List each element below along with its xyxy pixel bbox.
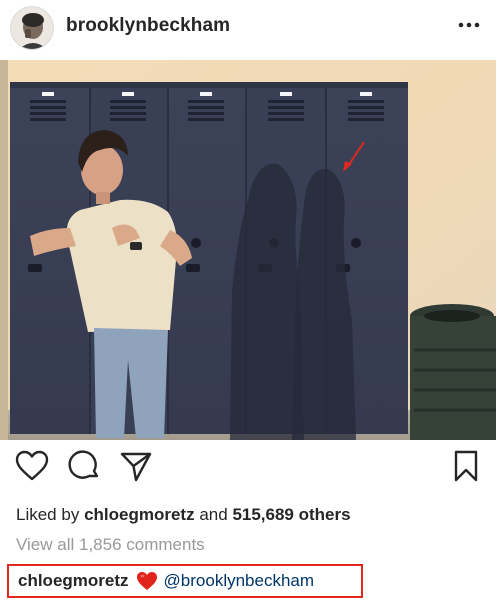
likes-summary[interactable]: Liked by chloegmoretz and 515,689 others <box>16 505 351 525</box>
post-header: brooklynbeckham <box>0 0 496 56</box>
view-all-comments-link[interactable]: View all 1,856 comments <box>16 535 205 555</box>
highlighted-caption: chloegmoretz @brooklynbeckham <box>7 564 363 598</box>
post-username[interactable]: brooklynbeckham <box>66 15 230 37</box>
more-horizontal-icon[interactable] <box>456 12 482 38</box>
likes-connector: and <box>199 505 228 524</box>
avatar[interactable] <box>10 6 54 50</box>
paper-plane-icon[interactable] <box>118 448 154 484</box>
comment-bubble-icon[interactable] <box>66 448 102 484</box>
caption-username[interactable]: chloegmoretz <box>18 571 129 591</box>
heart-outline-icon[interactable] <box>14 448 50 484</box>
caption-mention-link[interactable]: @brooklynbeckham <box>164 571 315 591</box>
likes-count[interactable]: 515,689 others <box>232 505 350 524</box>
bookmark-icon[interactable] <box>448 448 484 484</box>
likes-prefix: Liked by <box>16 505 80 524</box>
post-photo[interactable] <box>0 60 496 440</box>
liked-by-user[interactable]: chloegmoretz <box>84 505 195 524</box>
action-bar <box>0 448 496 492</box>
red-heart-emoji <box>136 571 158 591</box>
